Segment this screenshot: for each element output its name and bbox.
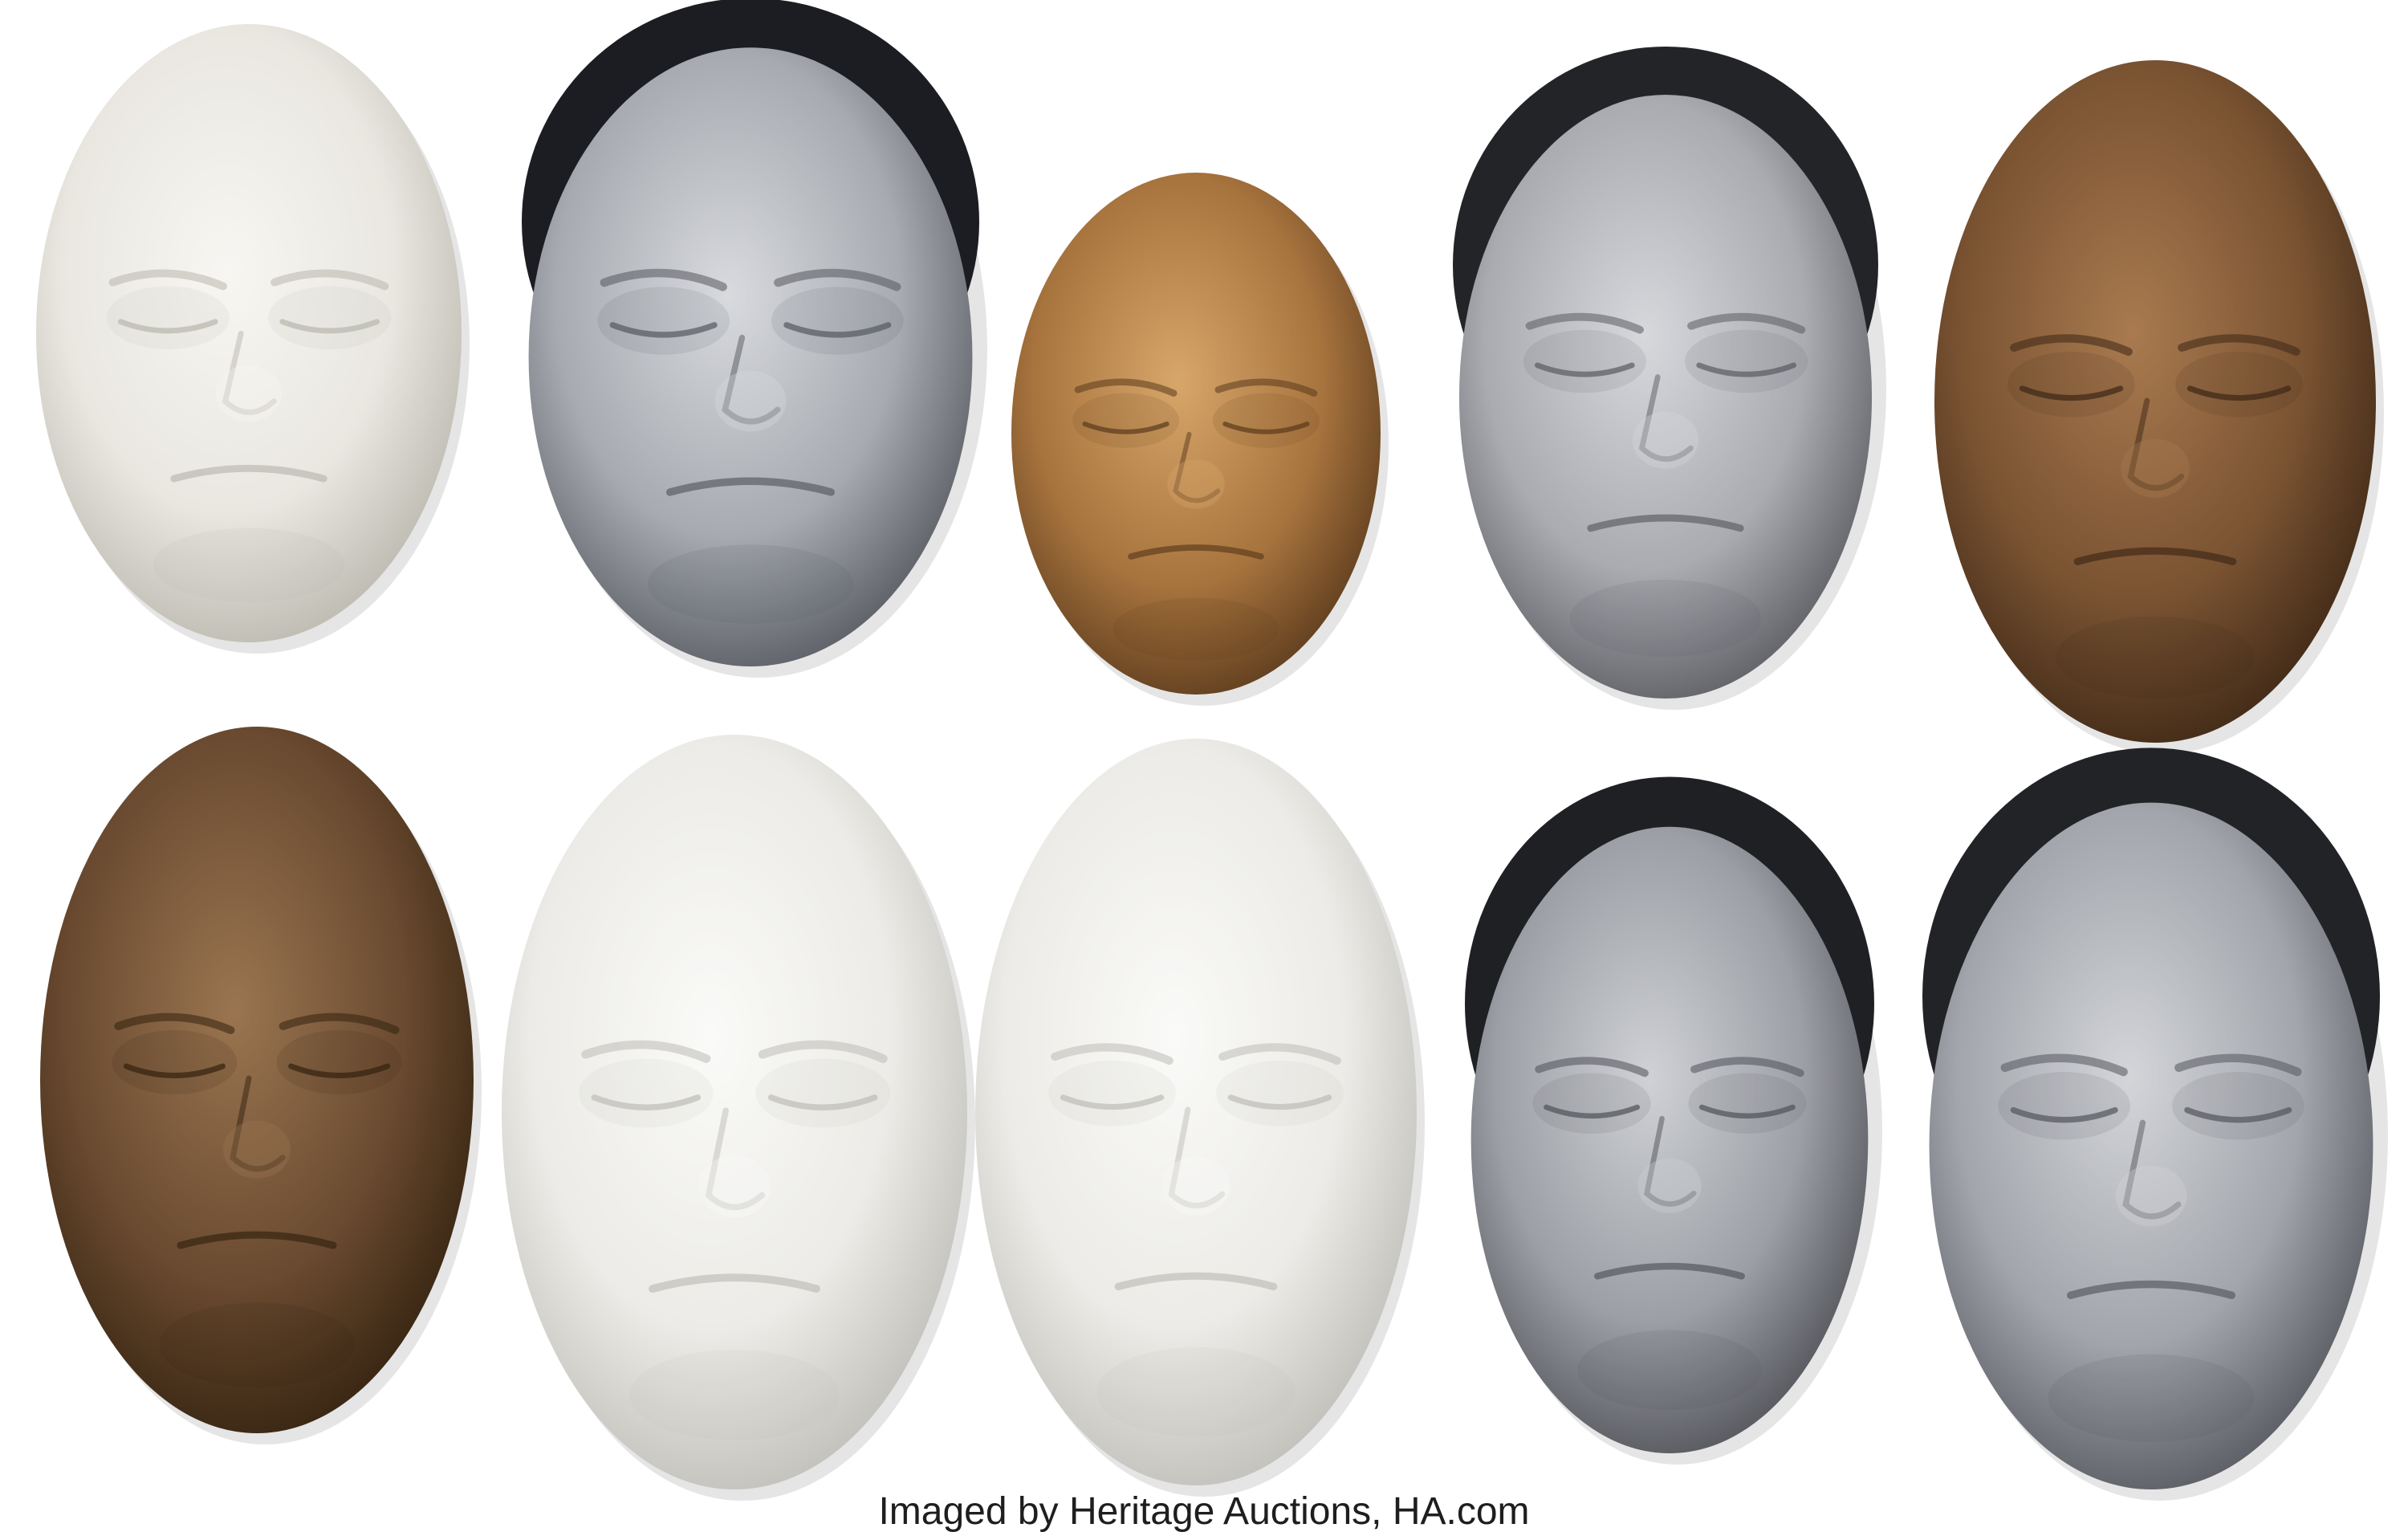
masks-photo [0,0,2408,1536]
watermark-caption: Imaged by Heritage Auctions, HA.com [878,1490,1530,1533]
